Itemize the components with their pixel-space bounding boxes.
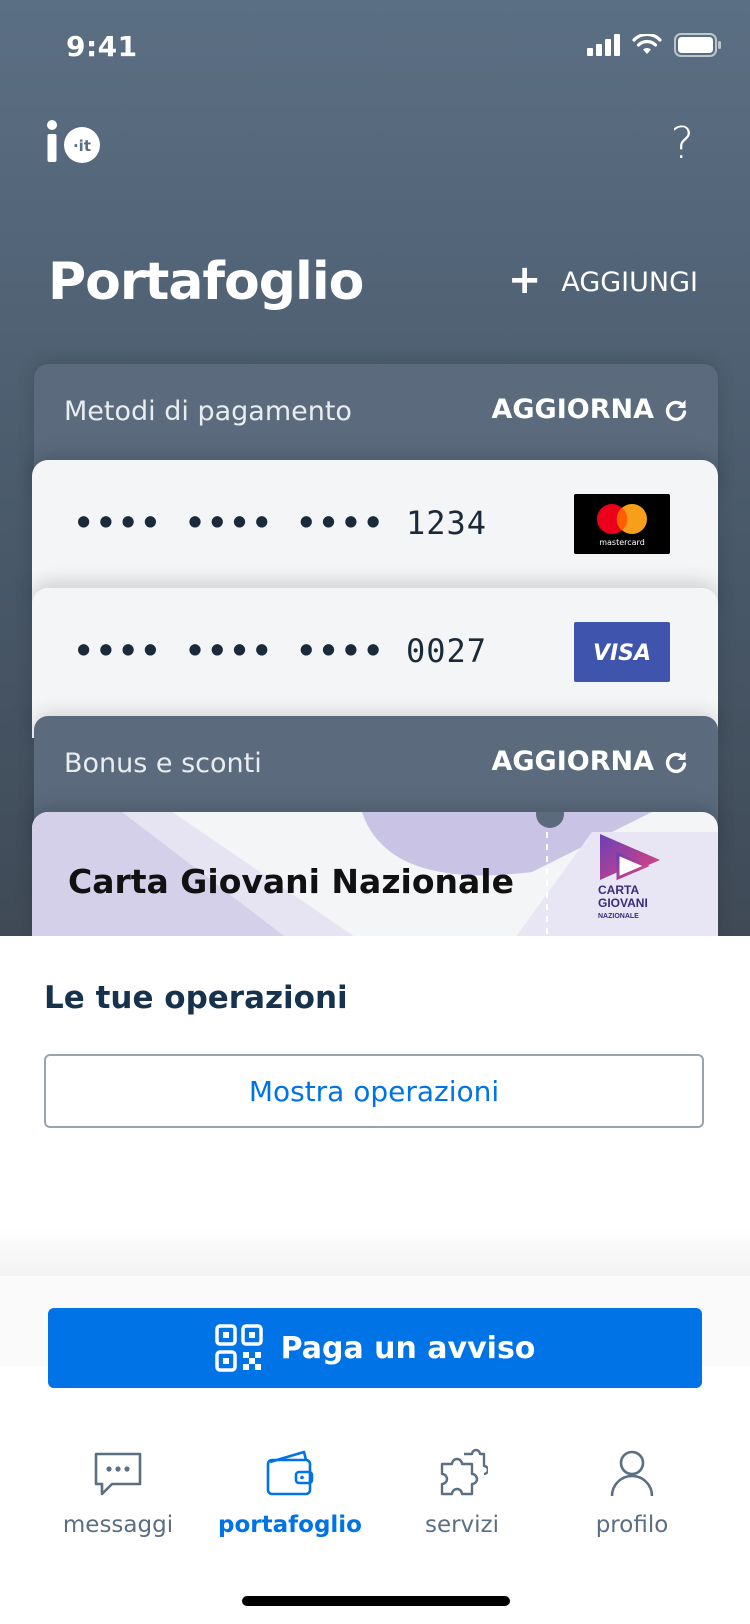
add-button[interactable]: + AGGIUNGI [508, 260, 698, 300]
refresh-payment-methods-button[interactable]: AGGIORNA [491, 394, 688, 425]
refresh-label: AGGIORNA [491, 746, 654, 777]
cgn-logo-line3: NAZIONALE [598, 913, 639, 920]
cgn-card[interactable]: Carta Giovani Nazionale CARTA GIOVANI NA… [32, 812, 718, 942]
plus-icon: + [507, 257, 542, 303]
home-indicator [242, 1596, 510, 1606]
page-title: Portafoglio [48, 252, 364, 312]
cgn-card-title: Carta Giovani Nazionale [68, 862, 514, 901]
fade-divider [0, 1226, 750, 1276]
card-number: •••• •••• •••• 0027 [74, 632, 487, 670]
mastercard-logo: mastercard [574, 494, 670, 554]
card-last4: 0027 [405, 632, 488, 670]
refresh-label: AGGIORNA [491, 394, 654, 425]
tab-portafoglio[interactable]: portafoglio [210, 1448, 370, 1538]
puzzle-icon [440, 1448, 488, 1496]
refresh-icon [665, 751, 687, 773]
add-button-label: AGGIUNGI [561, 266, 698, 298]
tab-label: messaggi [62, 1512, 174, 1538]
operations-title: Le tue operazioni [44, 980, 348, 1016]
refresh-icon [665, 399, 687, 421]
wallet-icon [266, 1450, 314, 1496]
tab-profilo[interactable]: profilo [552, 1448, 712, 1538]
tab-label: servizi [424, 1512, 500, 1538]
status-icons [587, 33, 722, 57]
tab-messaggi[interactable]: messaggi [38, 1448, 198, 1538]
cgn-logo-line1: CARTA [598, 883, 639, 897]
tab-bar: messaggi portafoglio servizi profilo [0, 1428, 750, 1624]
battery-icon [674, 33, 721, 57]
cgn-logo-line2: GIOVANI [598, 896, 648, 910]
card-mask: •••• •••• •••• [74, 632, 386, 670]
tab-servizi[interactable]: servizi [382, 1448, 542, 1538]
status-time: 9:41 [66, 30, 138, 63]
card-mask: •••• •••• •••• [74, 504, 386, 542]
cgn-logo: CARTA GIOVANI NAZIONALE [598, 834, 660, 920]
wifi-icon [632, 34, 662, 54]
message-icon [94, 1452, 142, 1496]
pay-notice-button[interactable]: Paga un avviso [48, 1308, 702, 1388]
visa-logo: VISA [574, 622, 670, 682]
tab-label: portafoglio [218, 1512, 362, 1538]
signal-icon [587, 34, 620, 56]
wallet-header-area: 9:41 ·it ? Portafoglio + AGGIUNGI Metodi… [0, 0, 750, 942]
qr-code-icon [214, 1324, 263, 1372]
svg-text:·it: ·it [73, 137, 91, 155]
bonus-title: Bonus e sconti [64, 748, 262, 779]
payment-methods-title: Metodi di pagamento [64, 396, 352, 427]
io-it-logo[interactable]: ·it [46, 120, 106, 164]
show-operations-button[interactable]: Mostra operazioni [44, 1054, 704, 1128]
refresh-bonus-button[interactable]: AGGIORNA [491, 746, 688, 777]
card-number: •••• •••• •••• 1234 [74, 504, 487, 542]
tab-label: profilo [595, 1512, 669, 1538]
mastercard-wordmark: mastercard [599, 538, 645, 547]
person-icon [610, 1450, 654, 1497]
help-icon[interactable]: ? [671, 118, 694, 169]
pay-notice-label: Paga un avviso [280, 1330, 536, 1366]
card-last4: 1234 [405, 504, 488, 542]
status-bar: 9:41 [0, 0, 750, 96]
visa-wordmark: VISA [593, 641, 651, 666]
